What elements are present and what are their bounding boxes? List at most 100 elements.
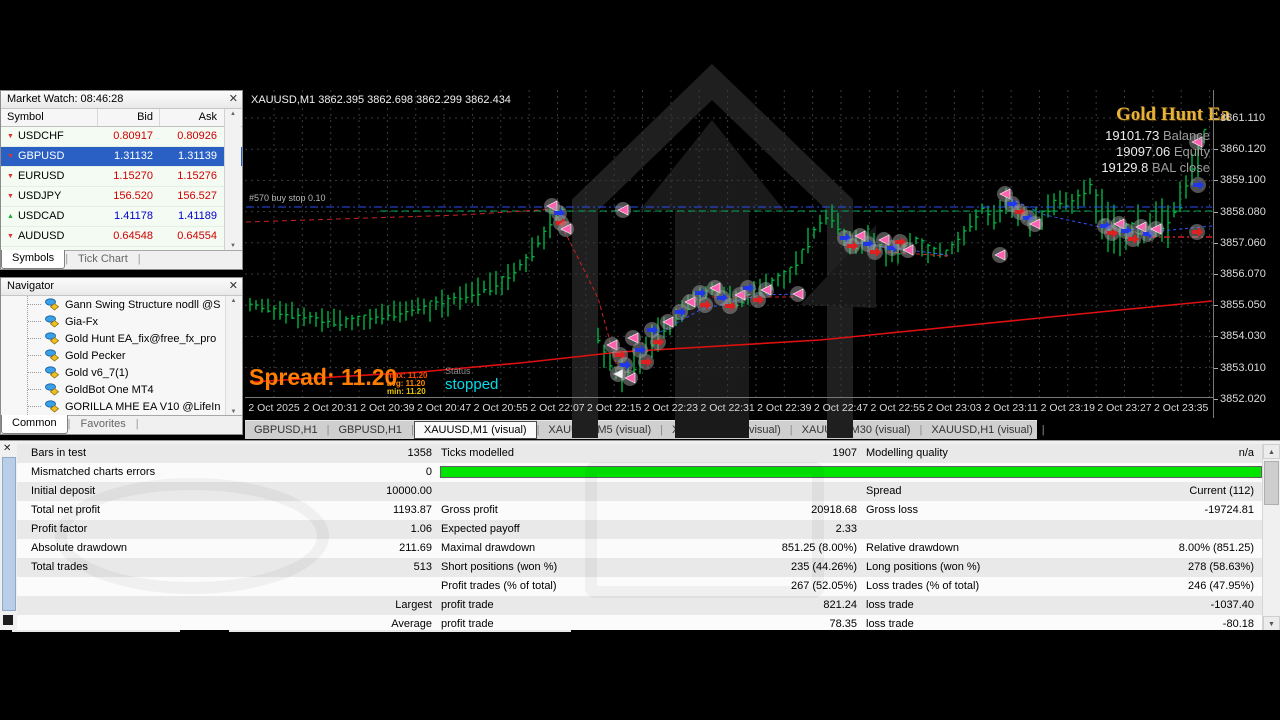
symbol-cell: ▼EURUSD [1, 167, 97, 186]
tester-cell: Bars in test [17, 444, 350, 463]
price-scale[interactable]: 3861.1103860.1203859.1003858.0803857.060… [1213, 90, 1280, 418]
time-axis-label: 2 Oct 22:23 [644, 402, 698, 414]
tester-cell: Absolute drawdown [17, 539, 350, 558]
market-watch-row[interactable]: ▲USDCAD1.411781.41189 [1, 207, 242, 227]
close-icon[interactable]: ✕ [229, 278, 238, 295]
tester-cell: Initial deposit [17, 482, 350, 501]
chart-window[interactable]: XAUUSD,M1 3862.395 3862.698 3862.299 386… [245, 90, 1280, 418]
tester-cell: Total trades [17, 558, 350, 577]
close-icon[interactable]: ✕ [3, 443, 11, 454]
tester-cell: -1037.40 [1062, 596, 1259, 615]
scroll-down-icon[interactable]: ▼ [1263, 616, 1280, 631]
tester-side-strip[interactable] [2, 457, 16, 611]
chart-tab[interactable]: XAUUSD,H1 (visual) [922, 421, 1041, 439]
tab-separator: | [1042, 421, 1045, 439]
tester-report-panel: ✕ Bars in test1358Ticks modelled1907Mode… [0, 440, 1280, 631]
time-axis-label: 2 Oct 22:31 [700, 402, 754, 414]
tab-tick-chart[interactable]: Tick Chart [68, 251, 138, 269]
market-watch-row[interactable]: ▼GBPUSD1.311321.31139 [1, 147, 242, 167]
tester-tab-icon[interactable] [3, 615, 13, 625]
market-watch-scrollbar[interactable]: ▲ ▼ [224, 109, 241, 251]
navigator-item[interactable]: Gold Pecker [1, 347, 242, 364]
scroll-up-icon[interactable]: ▲ [1263, 444, 1280, 459]
chart-tab[interactable]: XAUUSD,M1 (visual) [414, 421, 537, 439]
market-watch-row[interactable]: ▼AUDUSD0.645480.64554 [1, 227, 242, 247]
time-axis-label: 2 Oct 23:27 [1097, 402, 1151, 414]
scroll-thumb[interactable] [1264, 461, 1279, 505]
tester-cell: Gross profit [437, 501, 652, 520]
price-axis-label: 3858.080 [1220, 206, 1266, 218]
tester-row: Mismatched charts errors0 [17, 463, 1262, 482]
price-axis-label: 3854.030 [1220, 330, 1266, 342]
time-axis-label: 2 Oct 20:55 [474, 402, 528, 414]
tester-row: Profit factor1.06Expected payoff2.33 [17, 520, 1262, 539]
chart-canvas[interactable] [245, 90, 1213, 397]
symbol-cell: ▲USDCAD [1, 207, 97, 226]
bid-cell: 1.31132 [97, 147, 159, 166]
tab-common[interactable]: Common [1, 415, 68, 434]
tester-cell: Long positions (won %) [862, 558, 1062, 577]
tab-separator: | [136, 416, 139, 434]
tester-scrollbar[interactable]: ▲ ▼ [1262, 444, 1280, 631]
navigator-item-label: GoldBot One MT4 [65, 384, 154, 396]
trend-down-icon: ▼ [7, 233, 14, 240]
tester-cell: 235 (44.26%) [652, 558, 862, 577]
market-watch-row[interactable]: ▼EURUSD1.152701.15276 [1, 167, 242, 187]
navigator-item[interactable]: GORILLA MHE EA V10 @LifeIn [1, 398, 242, 415]
navigator-item-label: GORILLA MHE EA V10 @LifeIn [65, 401, 220, 413]
tester-cell [862, 520, 1062, 539]
close-icon[interactable]: ✕ [229, 91, 238, 108]
navigator-item[interactable]: Gia-Fx [1, 313, 242, 330]
tester-cell: n/a [1062, 444, 1259, 463]
tester-cell: Spread [862, 482, 1062, 501]
tester-cell: 211.69 [350, 539, 437, 558]
time-axis[interactable]: 2 Oct 20252 Oct 20:312 Oct 20:392 Oct 20… [245, 397, 1213, 419]
tester-cell: 851.25 (8.00%) [652, 539, 862, 558]
chart-tab-bar: GBPUSD,H1|GBPUSD,H1|XAUUSD,M1 (visual)|X… [245, 420, 1037, 439]
spread-min: min: 11.20 [387, 388, 426, 396]
time-axis-label: 2 Oct 22:39 [757, 402, 811, 414]
tester-cell: 2.33 [652, 520, 862, 539]
tester-cell [350, 577, 437, 596]
price-axis-label: 3859.100 [1220, 174, 1266, 186]
tester-cell: 0 [350, 463, 437, 482]
navigator-item[interactable]: GoldBot One MT4 [1, 381, 242, 398]
navigator-item[interactable]: Gann Swing Structure nodll @S [1, 296, 242, 313]
tester-cell: 10000.00 [350, 482, 437, 501]
tester-cell: Profit trades (% of total) [437, 577, 652, 596]
navigator-item-label: Gold v6_7(1) [65, 367, 129, 379]
scroll-up-icon[interactable]: ▲ [225, 111, 241, 117]
navigator-item[interactable]: Gold Hunt EA_fix@free_fx_pro [1, 330, 242, 347]
ask-cell: 156.527 [159, 187, 223, 206]
tester-cell [1062, 520, 1259, 539]
tab-symbols[interactable]: Symbols [1, 250, 65, 269]
modelling-quality-bar [440, 466, 1262, 478]
tester-cell: -19724.81 [1062, 501, 1259, 520]
tester-cell: Mismatched charts errors [17, 463, 350, 482]
bid-cell: 0.64548 [97, 227, 159, 246]
time-axis-label: 2 Oct 23:35 [1154, 402, 1208, 414]
status-label: Status [445, 366, 471, 376]
tester-cell: 1358 [350, 444, 437, 463]
tester-cell: profit trade [437, 596, 652, 615]
chart-tab[interactable]: XAUUSD,M5 (visual) [539, 421, 660, 439]
chart-tab[interactable]: XAUUSD,M30 (visual) [793, 421, 920, 439]
scroll-down-icon[interactable]: ▼ [225, 243, 241, 249]
tester-cell: Maximal drawdown [437, 539, 652, 558]
time-axis-label: 2 Oct 22:47 [814, 402, 868, 414]
market-watch-header: Symbol Bid Ask [1, 109, 242, 127]
market-watch-row[interactable]: ▼USDJPY156.520156.527 [1, 187, 242, 207]
market-watch-title: Market Watch: 08:46:28 [7, 93, 123, 105]
market-watch-row[interactable]: ▼USDCHF0.809170.80926 [1, 127, 242, 147]
chart-tab[interactable]: XAUUSD,M15 (visual) [663, 421, 790, 439]
tester-cell: 1193.87 [350, 501, 437, 520]
tab-favorites[interactable]: Favorites [70, 416, 135, 434]
ohlc-header: XAUUSD,M1 3862.395 3862.698 3862.299 386… [251, 94, 511, 106]
price-axis-label: 3853.010 [1220, 362, 1266, 374]
trend-down-icon: ▼ [7, 193, 14, 200]
expert-advisor-icon [45, 315, 60, 328]
navigator-item[interactable]: Gold v6_7(1) [1, 364, 242, 381]
chart-tab[interactable]: GBPUSD,H1 [245, 421, 327, 439]
chart-tab[interactable]: GBPUSD,H1 [329, 421, 411, 439]
tester-row: Absolute drawdown211.69Maximal drawdown8… [17, 539, 1262, 558]
